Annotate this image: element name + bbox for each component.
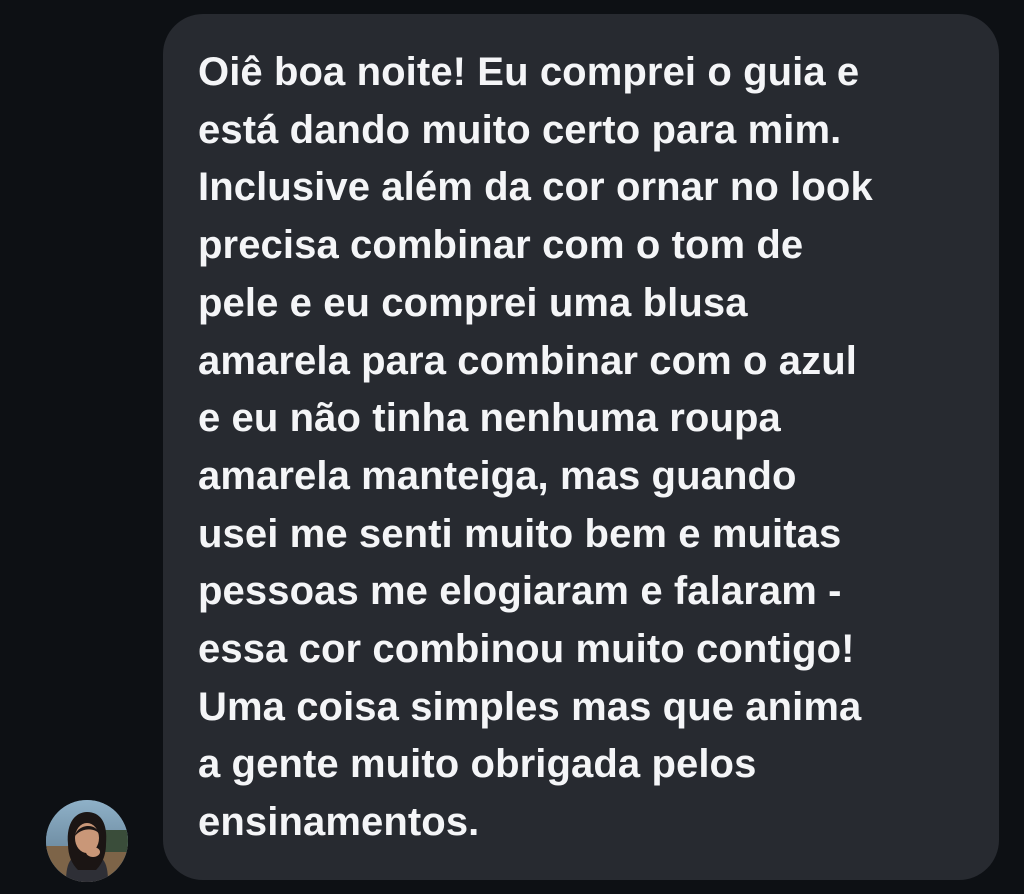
- message-line: amarela para combinar com o azul: [198, 338, 858, 383]
- message-text: Oiê boa noite! Eu comprei o guia e está …: [198, 44, 988, 852]
- message-line: a gente muito obrigada pelos: [198, 742, 757, 787]
- message-line: Uma coisa simples mas que anima: [198, 684, 862, 729]
- message-line: está dando muito certo para mim.: [198, 107, 842, 152]
- message-line: Inclusive além da cor ornar no look: [198, 165, 873, 210]
- message-line: essa cor combinou muito contigo!: [198, 627, 855, 672]
- received-message-row: Oiê boa noite! Eu comprei o guia e está …: [0, 0, 1024, 894]
- message-line: pessoas me elogiaram e falaram -: [198, 569, 842, 614]
- message-line: pele e eu comprei uma blusa: [198, 280, 748, 325]
- message-line: e eu não tinha nenhuma roupa: [198, 396, 781, 441]
- message-line: precisa combinar com o tom de: [198, 223, 804, 268]
- message-line: usei me senti muito bem e muitas: [198, 511, 842, 556]
- message-line: ensinamentos.: [198, 800, 480, 845]
- message-line: amarela manteiga, mas guando: [198, 453, 797, 498]
- avatar[interactable]: [46, 800, 128, 882]
- message-line: Oiê boa noite! Eu comprei o guia e: [198, 50, 860, 94]
- user-avatar-icon: [46, 800, 128, 882]
